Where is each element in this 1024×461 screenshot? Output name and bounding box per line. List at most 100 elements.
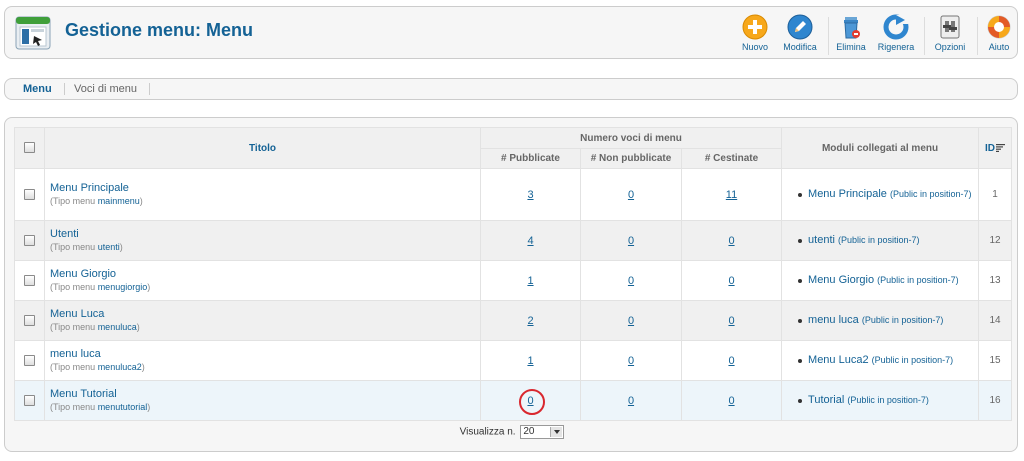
unpublished-count-link[interactable]: 0 xyxy=(628,315,634,327)
trashed-count-link[interactable]: 0 xyxy=(728,395,734,407)
published-count-link[interactable]: 1 xyxy=(527,275,533,287)
menu-type: (Tipo menu menuluca) xyxy=(45,321,480,334)
edit-button[interactable]: Modifica xyxy=(776,14,824,56)
menu-type: (Tipo menu menugiorgio) xyxy=(45,281,480,294)
title-column-header[interactable]: Titolo xyxy=(44,127,481,169)
trashed-count-link[interactable]: 0 xyxy=(728,355,734,367)
row-checkbox[interactable] xyxy=(24,188,35,200)
menu-title-link[interactable]: menu luca xyxy=(45,347,480,361)
edit-label: Modifica xyxy=(783,42,817,52)
refresh-icon xyxy=(883,14,909,40)
menu-title-link[interactable]: Menu Tutorial xyxy=(45,387,480,401)
highlight-circle: 0 xyxy=(519,388,546,415)
menu-title-link[interactable]: Menu Luca xyxy=(45,307,480,321)
menu-type-value: menugiorgio xyxy=(97,282,148,292)
trashed-count-link[interactable]: 0 xyxy=(728,315,734,327)
module-name: utenti xyxy=(808,234,835,246)
trashed-count-link[interactable]: 0 xyxy=(728,235,734,247)
menu-type-suffix: ) xyxy=(139,196,143,206)
row-checkbox[interactable] xyxy=(24,314,35,326)
menu-type: (Tipo menu menuluca2) xyxy=(45,361,480,374)
menu-type-suffix: ) xyxy=(136,322,140,332)
tab-menu[interactable]: Menu xyxy=(11,83,65,95)
module-name: Menu Giorgio xyxy=(808,274,875,286)
module-link[interactable]: Tutorial (Public in position-7) xyxy=(782,394,978,407)
published-count-link[interactable]: 0 xyxy=(527,395,533,407)
module-link[interactable]: Menu Principale (Public in position-7) xyxy=(782,188,978,201)
published-count-link[interactable]: 2 xyxy=(527,315,533,327)
module-link[interactable]: menu luca (Public in position-7) xyxy=(782,314,978,327)
row-checkbox[interactable] xyxy=(24,234,35,246)
menu-title-link[interactable]: Utenti xyxy=(45,227,480,241)
row-checkbox[interactable] xyxy=(24,354,35,366)
toolbar-divider xyxy=(924,17,925,55)
new-label: Nuovo xyxy=(741,42,768,52)
trashed-count-link[interactable]: 11 xyxy=(726,189,737,201)
menu-type-suffix: ) xyxy=(141,362,145,372)
row-id: 12 xyxy=(978,220,1013,261)
menu-items-count-header: Numero voci di menu xyxy=(479,127,783,149)
menu-type-value: menuluca2 xyxy=(97,362,142,372)
menu-title-link[interactable]: Menu Giorgio xyxy=(45,267,480,281)
unpublished-count-link[interactable]: 0 xyxy=(628,275,634,287)
row-id: 14 xyxy=(978,300,1013,341)
toolbar: Gestione menu: Menu Nuovo Modifica Elimi… xyxy=(4,6,1018,59)
menu-type-prefix: (Tipo menu xyxy=(50,282,98,292)
menu-type-value: menututorial xyxy=(97,402,148,412)
pagination-footer: Visualizza n. 20 xyxy=(5,425,1019,439)
published-count-link[interactable]: 1 xyxy=(527,355,533,367)
limit-select[interactable]: 20 xyxy=(520,425,565,439)
unpublished-count-link[interactable]: 0 xyxy=(628,235,634,247)
delete-button[interactable]: Elimina xyxy=(827,14,875,56)
menu-type-value: utenti xyxy=(97,242,120,252)
options-label: Opzioni xyxy=(934,42,966,52)
module-link[interactable]: utenti (Public in position-7) xyxy=(782,234,978,247)
module-position: (Public in position-7) xyxy=(861,315,944,325)
options-icon xyxy=(940,15,960,39)
options-button[interactable]: Opzioni xyxy=(926,14,974,56)
table-row: Utenti (Tipo menu utenti) 4 0 0 utenti (… xyxy=(14,220,1013,261)
unpublished-column-header: # Non pubblicate xyxy=(580,148,682,169)
id-column-header[interactable]: ID xyxy=(978,127,1013,169)
module-position: (Public in position-7) xyxy=(889,189,972,199)
help-button[interactable]: Aiuto xyxy=(975,14,1023,56)
menu-type: (Tipo menu mainmenu) xyxy=(45,195,480,208)
row-checkbox[interactable] xyxy=(24,394,35,406)
rebuild-button[interactable]: Rigenera xyxy=(872,14,920,56)
unpublished-count-link[interactable]: 0 xyxy=(628,189,634,201)
menu-type: (Tipo menu menututorial) xyxy=(45,401,480,414)
page-title: Gestione menu: Menu xyxy=(65,20,254,40)
table-row: Menu Tutorial (Tipo menu menututorial) 0… xyxy=(14,380,1013,421)
menu-type-suffix: ) xyxy=(147,282,151,292)
row-id: 15 xyxy=(978,340,1013,381)
new-button[interactable]: Nuovo xyxy=(731,14,779,56)
menu-list-panel: Titolo Numero voci di menu Moduli colleg… xyxy=(4,117,1018,452)
published-count-link[interactable]: 4 xyxy=(527,235,533,247)
published-column-header: # Pubblicate xyxy=(480,148,581,169)
module-link[interactable]: Menu Luca2 (Public in position-7) xyxy=(782,354,978,367)
menu-title-link[interactable]: Menu Principale xyxy=(45,181,480,195)
module-position: (Public in position-7) xyxy=(877,275,959,285)
delete-label: Elimina xyxy=(836,42,866,52)
help-label: Aiuto xyxy=(988,42,1010,52)
trashed-count-link[interactable]: 0 xyxy=(728,275,734,287)
menu-type: (Tipo menu utenti) xyxy=(45,241,480,254)
module-name: menu luca xyxy=(808,314,859,326)
menu-type-prefix: (Tipo menu xyxy=(50,196,98,206)
menu-manager-icon xyxy=(15,16,51,50)
submenu: Menu Voci di menu xyxy=(4,78,1018,100)
row-id: 16 xyxy=(978,380,1013,421)
select-all-checkbox[interactable] xyxy=(24,142,35,154)
display-label: Visualizza n. xyxy=(459,426,516,438)
unpublished-count-link[interactable]: 0 xyxy=(628,355,634,367)
module-link[interactable]: Menu Giorgio (Public in position-7) xyxy=(782,274,978,287)
published-count-link[interactable]: 3 xyxy=(527,189,533,201)
module-name: Menu Principale xyxy=(808,188,887,200)
menu-type-prefix: (Tipo menu xyxy=(50,402,98,412)
tab-menu-items[interactable]: Voci di menu xyxy=(62,83,150,95)
row-checkbox[interactable] xyxy=(24,274,35,286)
id-header-label: ID xyxy=(985,142,996,154)
rebuild-label: Rigenera xyxy=(877,42,915,52)
row-id: 1 xyxy=(978,168,1013,221)
unpublished-count-link[interactable]: 0 xyxy=(628,395,634,407)
